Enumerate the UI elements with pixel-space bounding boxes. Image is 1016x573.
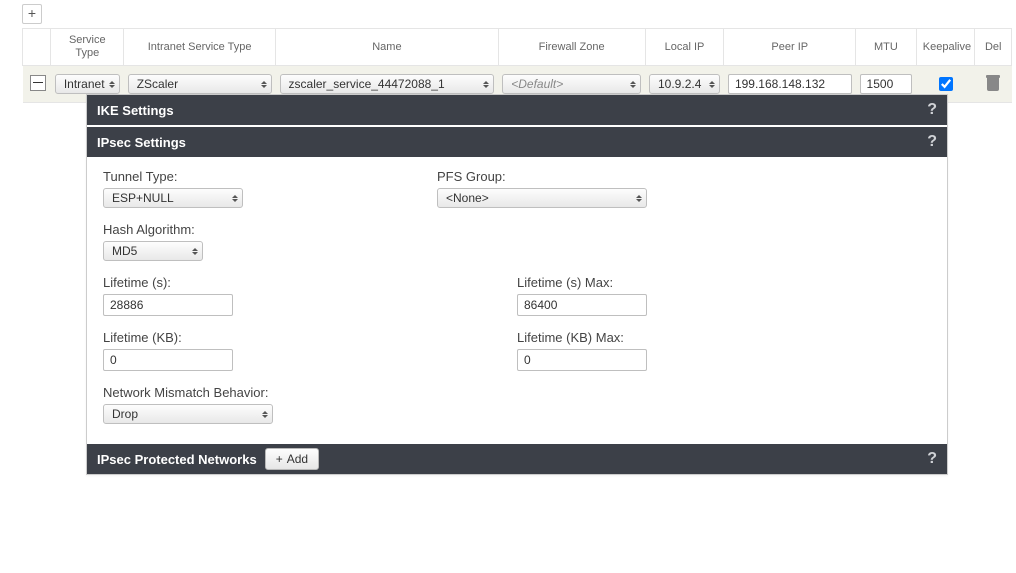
hash-algorithm-value: MD5	[112, 244, 137, 258]
ipsec-protected-networks-title: IPsec Protected Networks	[97, 452, 257, 467]
header-keepalive: Keepalive	[916, 29, 975, 66]
updown-icon	[636, 195, 642, 202]
lifetime-s-max-label: Lifetime (s) Max:	[517, 275, 931, 290]
header-service-type: Service Type	[51, 29, 124, 66]
hash-algorithm-select[interactable]: MD5	[103, 241, 203, 261]
lifetime-s-max-input[interactable]	[517, 294, 647, 316]
header-intranet-service-type: Intranet Service Type	[124, 29, 276, 66]
name-value: zscaler_service_44472088_1	[289, 77, 445, 91]
add-protected-network-button[interactable]: + Add	[265, 448, 319, 470]
ike-settings-title: IKE Settings	[97, 103, 174, 118]
ipsec-settings-body: Tunnel Type: ESP+NULL PFS Group: <None	[87, 157, 947, 444]
updown-icon	[261, 81, 267, 88]
header-peer-ip: Peer IP	[724, 29, 856, 66]
delete-icon[interactable]	[986, 75, 1000, 91]
lifetime-kb-max-input[interactable]	[517, 349, 647, 371]
header-local-ip: Local IP	[645, 29, 724, 66]
name-select[interactable]: zscaler_service_44472088_1	[280, 74, 495, 94]
network-mismatch-value: Drop	[112, 407, 138, 421]
add-button-label: Add	[287, 452, 308, 466]
lifetime-kb-max-label: Lifetime (KB) Max:	[517, 330, 931, 345]
updown-icon	[709, 81, 715, 88]
service-type-value: Intranet	[64, 77, 105, 91]
pfs-group-value: <None>	[446, 191, 489, 205]
help-icon[interactable]: ?	[927, 133, 937, 151]
peer-ip-input[interactable]	[728, 74, 852, 94]
updown-icon	[630, 81, 636, 88]
local-ip-select[interactable]: 10.9.2.4	[649, 74, 720, 94]
lifetime-s-input[interactable]	[103, 294, 233, 316]
detail-panel: IKE Settings ? IPsec Settings ? Tunnel T…	[86, 94, 948, 475]
updown-icon	[232, 195, 238, 202]
network-mismatch-select[interactable]: Drop	[103, 404, 273, 424]
intranet-service-type-select[interactable]: ZScaler	[128, 74, 272, 94]
network-mismatch-label: Network Mismatch Behavior:	[103, 385, 517, 400]
hash-algorithm-label: Hash Algorithm:	[103, 222, 517, 237]
help-icon[interactable]: ?	[927, 101, 937, 119]
lifetime-kb-label: Lifetime (KB):	[103, 330, 517, 345]
ipsec-protected-networks-header[interactable]: IPsec Protected Networks + Add ?	[87, 444, 947, 474]
lifetime-kb-input[interactable]	[103, 349, 233, 371]
help-icon[interactable]: ?	[927, 450, 937, 468]
collapse-toggle-icon[interactable]	[30, 75, 46, 91]
ike-settings-header[interactable]: IKE Settings ?	[87, 95, 947, 125]
updown-icon	[192, 248, 198, 255]
firewall-zone-value: <Default>	[511, 77, 563, 91]
intranet-service-type-value: ZScaler	[137, 77, 178, 91]
service-type-select[interactable]: Intranet	[55, 74, 120, 94]
lifetime-s-label: Lifetime (s):	[103, 275, 517, 290]
firewall-zone-select[interactable]: <Default>	[502, 74, 641, 94]
tunnel-type-value: ESP+NULL	[112, 191, 174, 205]
pfs-group-label: PFS Group:	[437, 169, 931, 184]
header-mtu: MTU	[856, 29, 917, 66]
ipsec-settings-title: IPsec Settings	[97, 135, 186, 150]
add-row-button[interactable]: +	[22, 4, 42, 24]
updown-icon	[262, 411, 268, 418]
mtu-input[interactable]	[860, 74, 913, 94]
tunnel-type-select[interactable]: ESP+NULL	[103, 188, 243, 208]
updown-icon	[483, 81, 489, 88]
header-del: Del	[975, 29, 1012, 66]
keepalive-checkbox[interactable]	[939, 77, 953, 91]
updown-icon	[109, 81, 115, 88]
services-grid: Service Type Intranet Service Type Name …	[22, 28, 1012, 103]
header-firewall-zone: Firewall Zone	[498, 29, 645, 66]
ipsec-settings-header[interactable]: IPsec Settings ?	[87, 127, 947, 157]
plus-icon: +	[276, 452, 283, 466]
header-expand	[23, 29, 51, 66]
local-ip-value: 10.9.2.4	[658, 77, 701, 91]
header-name: Name	[276, 29, 499, 66]
pfs-group-select[interactable]: <None>	[437, 188, 647, 208]
